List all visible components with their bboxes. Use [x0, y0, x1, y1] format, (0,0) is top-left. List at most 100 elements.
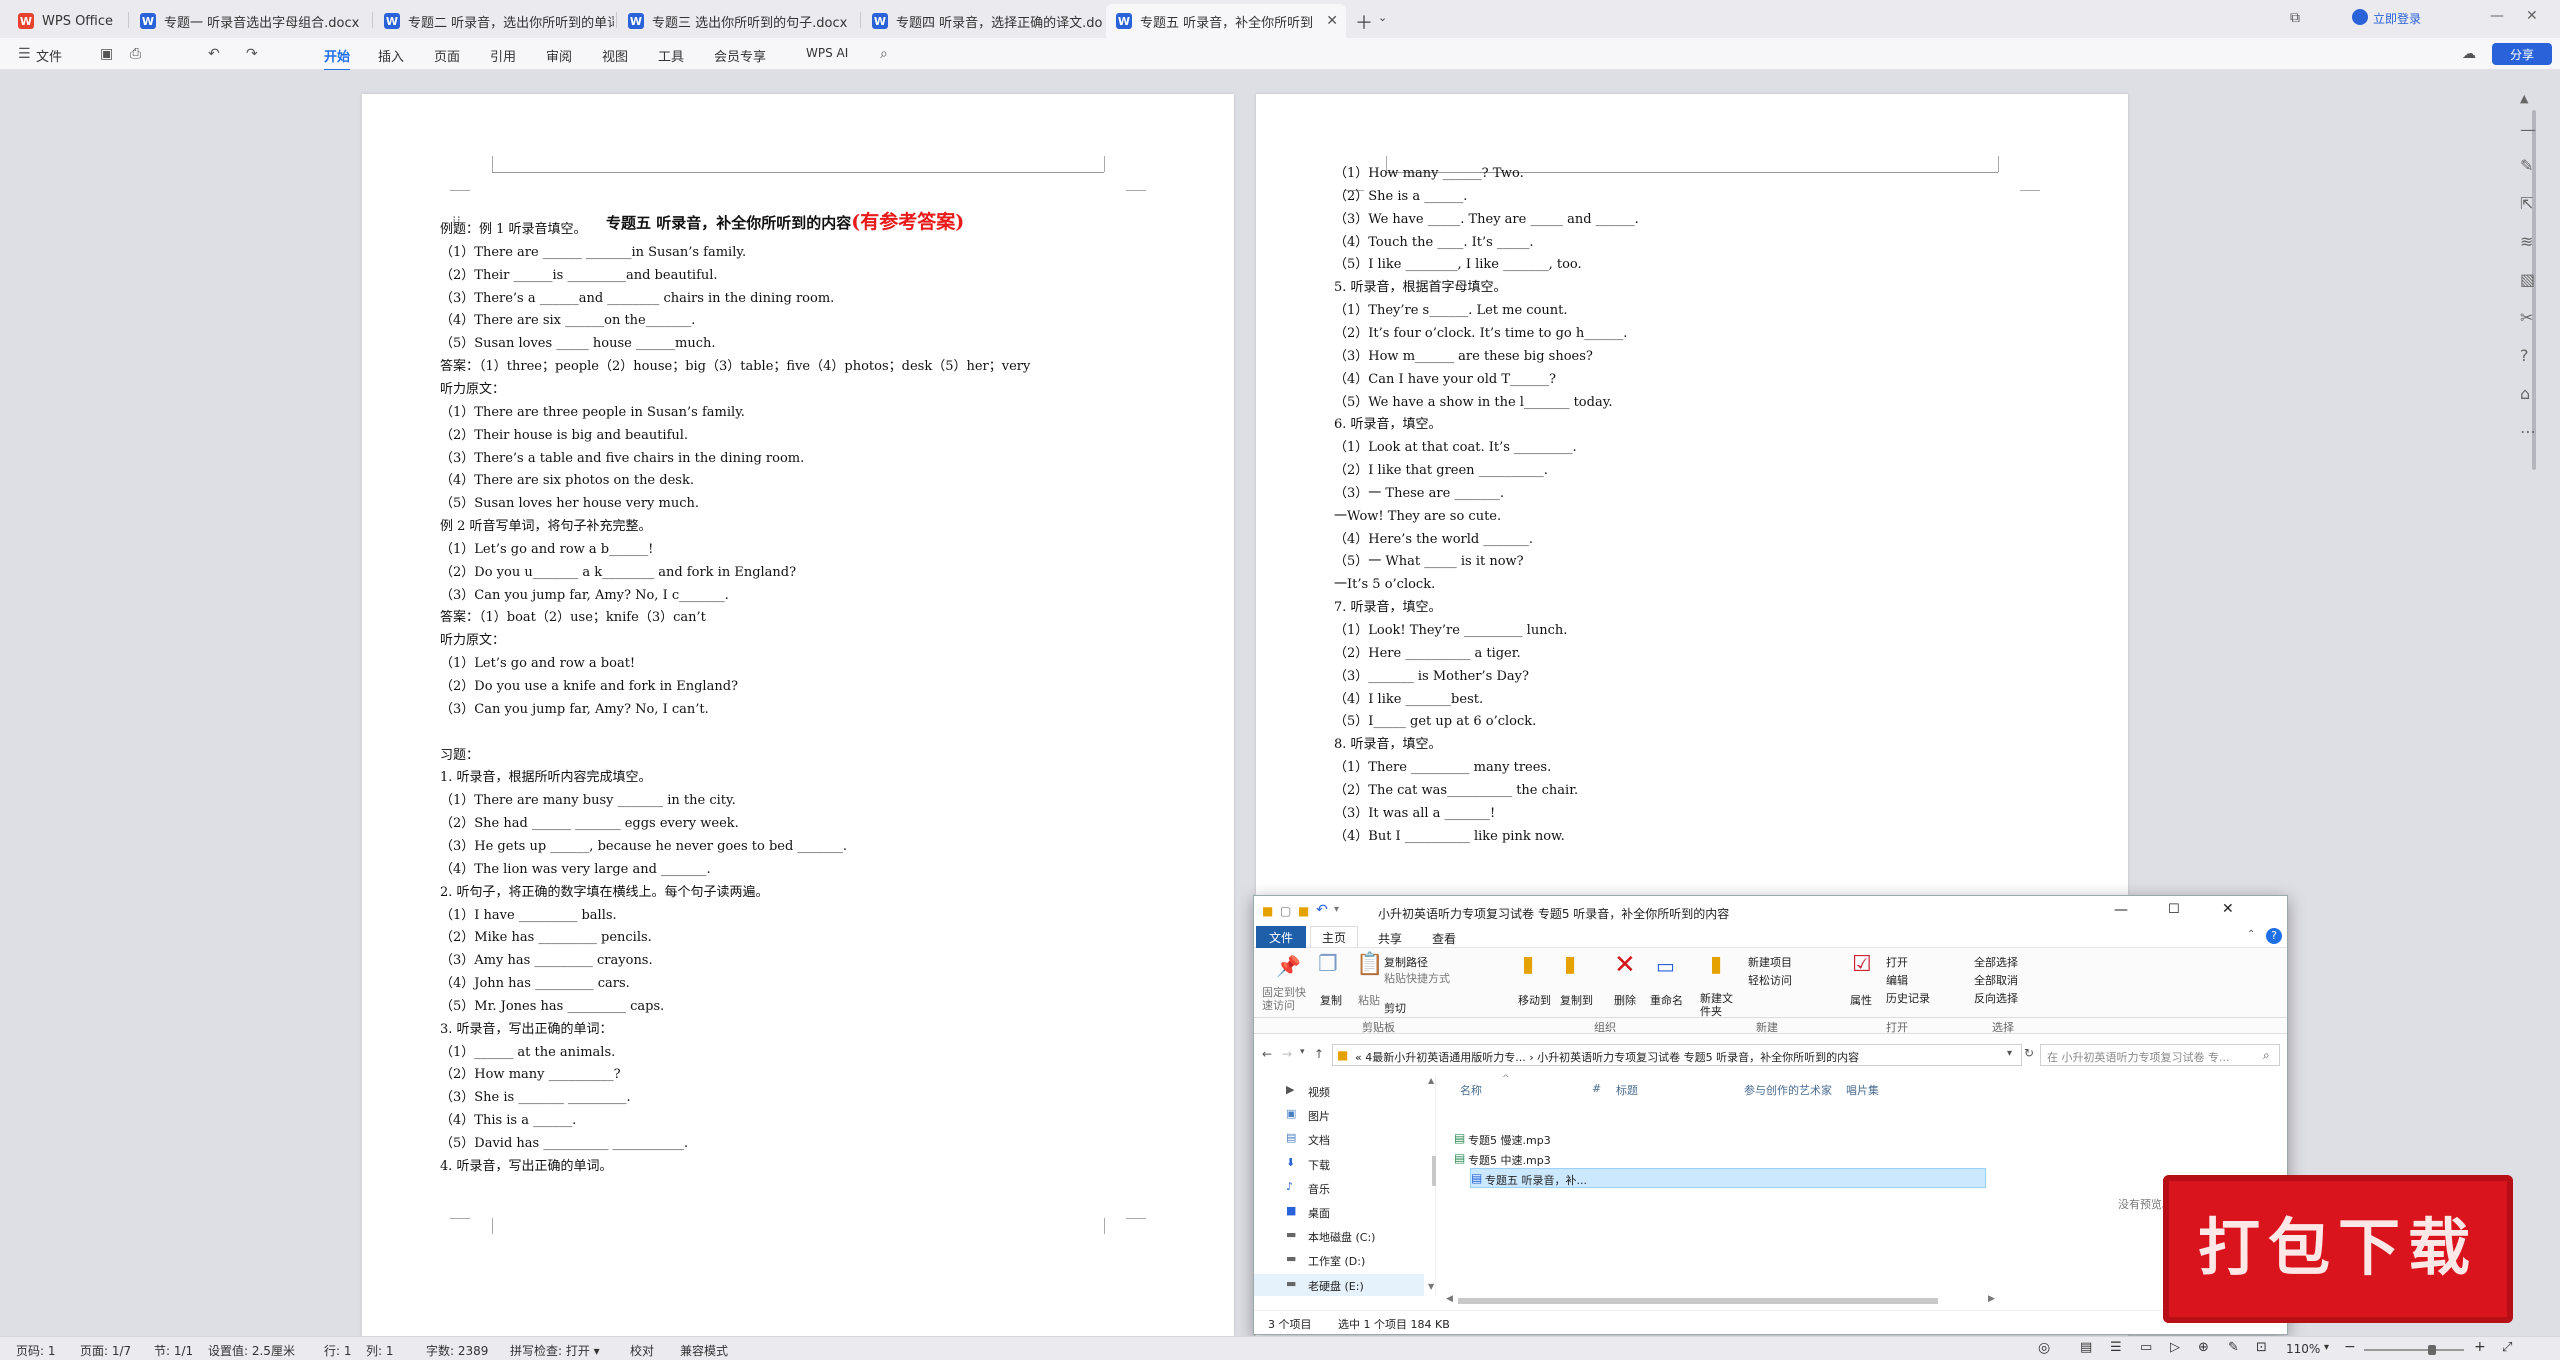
qat-dropdown-icon[interactable]: ▾: [1334, 904, 1339, 915]
menu-review[interactable]: 审阅: [546, 46, 572, 65]
pin-button[interactable]: 固定到快速访问: [1262, 986, 1312, 1012]
status-pages[interactable]: 页面: 1/7: [80, 1342, 131, 1359]
paste-button[interactable]: 粘贴: [1358, 992, 1380, 1008]
menu-member[interactable]: 会员专享: [714, 46, 766, 65]
nav-item-1[interactable]: ▶ 视频: [1254, 1080, 1424, 1102]
explorer-tab-view[interactable]: 查看: [1432, 930, 1456, 947]
delete-button[interactable]: 删除: [1614, 992, 1636, 1008]
menu-page[interactable]: 页面: [434, 46, 460, 65]
up-icon[interactable]: ↑: [1314, 1047, 1324, 1061]
open-button[interactable]: 打开: [1886, 954, 1908, 970]
move-to-button[interactable]: 移动到: [1518, 992, 1551, 1008]
cloud-icon[interactable]: ☁: [2462, 46, 2476, 62]
window-mode-icon[interactable]: ⧉: [2290, 10, 2300, 26]
hscroll-right-icon[interactable]: ▶: [1988, 1294, 1995, 1304]
nav-scrollbar[interactable]: [1432, 1156, 1436, 1186]
column-album[interactable]: 唱片集: [1846, 1082, 1879, 1098]
file-menu[interactable]: 文件: [36, 46, 62, 65]
explorer-maximize-icon[interactable]: ☐: [2168, 902, 2180, 917]
menu-home[interactable]: 开始: [324, 46, 351, 71]
explorer-close-icon[interactable]: ✕: [2222, 901, 2234, 917]
zoom-in-icon[interactable]: +: [2474, 1339, 2486, 1355]
file-row-2[interactable]: ▤ 专题5 中速.mp3: [1452, 1148, 1998, 1168]
hscroll-left-icon[interactable]: ◀: [1446, 1294, 1453, 1304]
select-none-button[interactable]: 全部取消: [1974, 972, 2018, 988]
column-artist[interactable]: 参与创作的艺术家: [1744, 1082, 1832, 1098]
paste-shortcut-button[interactable]: 粘贴快捷方式: [1384, 970, 1450, 986]
collapse-icon[interactable]: —: [2520, 120, 2536, 139]
tab-doc-3[interactable]: W 专题三 选出你所听到的句子.docx: [618, 4, 858, 38]
shirt-icon[interactable]: ⌂: [2520, 384, 2530, 403]
properties-button[interactable]: 属性: [1850, 992, 1872, 1008]
file-row-3-selected[interactable]: ▤ 专题五 听录音，补...: [1470, 1168, 1986, 1188]
share-button[interactable]: 分享: [2492, 43, 2552, 65]
fullscreen-icon[interactable]: ⤢: [2502, 1340, 2512, 1355]
explorer-help-icon[interactable]: ?: [2266, 928, 2282, 944]
play-icon[interactable]: ▷: [2170, 1340, 2180, 1355]
easy-access-button[interactable]: 轻松访问: [1748, 972, 1792, 988]
minimize-icon[interactable]: —: [2490, 8, 2504, 24]
zoom-out-icon[interactable]: −: [2344, 1339, 2356, 1355]
nav-item-2[interactable]: ▣ 图片: [1254, 1104, 1424, 1126]
zoom-level[interactable]: 110%: [2286, 1342, 2320, 1356]
edit-button[interactable]: 编辑: [1886, 972, 1908, 988]
zoom-slider-handle[interactable]: [2428, 1345, 2436, 1355]
select-icon[interactable]: ⇱: [2520, 194, 2533, 213]
column-title[interactable]: 标题: [1616, 1082, 1638, 1098]
scroll-up-icon[interactable]: ▲: [2520, 92, 2528, 105]
adjust-icon[interactable]: ≋: [2520, 232, 2533, 251]
column-name[interactable]: 名称: [1460, 1082, 1482, 1098]
more-icon[interactable]: ⋯: [2520, 422, 2536, 441]
rename-button[interactable]: 重命名: [1650, 992, 1683, 1008]
zoom-slider[interactable]: [2364, 1349, 2464, 1351]
column-number[interactable]: #: [1592, 1082, 1601, 1095]
undo-icon[interactable]: ↶: [208, 46, 220, 62]
tab-doc-2[interactable]: W 专题二 听录音，选出你所听到的单词: [374, 4, 614, 38]
horizontal-scrollbar[interactable]: ◀ ▶: [1444, 1294, 2004, 1308]
document-page-1[interactable]: ⁞⁞ 专题五 听录音，补全你所听到的内容(有参考答案) 例题：例 1 听录音填空…: [362, 94, 1234, 1360]
nav-scroll-up-icon[interactable]: ▲: [1428, 1076, 1434, 1085]
copy-to-button[interactable]: 复制到: [1560, 992, 1593, 1008]
file-row-1[interactable]: ▤ 专题5 慢速.mp3: [1452, 1128, 1998, 1148]
nav-item-9[interactable]: ▬ 老硬盘 (E:): [1254, 1273, 1424, 1296]
copy-button[interactable]: 复制: [1320, 992, 1342, 1008]
explorer-tab-home[interactable]: 主页: [1310, 926, 1358, 948]
web-view-icon[interactable]: ⊕: [2198, 1340, 2209, 1355]
search-input[interactable]: 在 小升初英语听力专项复习试卷 专... ⌕: [2040, 1044, 2280, 1066]
qat-properties-icon[interactable]: ▢: [1280, 904, 1291, 918]
tab-list-icon[interactable]: ⌄: [1378, 11, 1387, 24]
refresh-icon[interactable]: ↻: [2024, 1046, 2034, 1060]
menu-references[interactable]: 引用: [490, 46, 516, 65]
status-spellcheck[interactable]: 拼写检查: 打开 ▾: [510, 1342, 600, 1359]
tools-icon[interactable]: ✂: [2520, 308, 2533, 327]
user-avatar-icon[interactable]: [2352, 9, 2368, 25]
cut-button[interactable]: 剪切: [1384, 1000, 1406, 1016]
print-icon[interactable]: ⎙: [130, 46, 141, 62]
menu-insert[interactable]: 插入: [378, 46, 404, 65]
reading-view-icon[interactable]: ▭: [2140, 1340, 2152, 1355]
back-icon[interactable]: ←: [1262, 1047, 1272, 1061]
search-icon[interactable]: ⌕: [880, 46, 888, 62]
save-icon[interactable]: ▣: [100, 46, 113, 62]
edit-mode-icon[interactable]: ✎: [2228, 1340, 2239, 1355]
nav-item-7[interactable]: ▬ 本地磁盘 (C:): [1254, 1225, 1424, 1247]
tab-wps-home[interactable]: W WPS Office: [8, 4, 123, 38]
qat-undo-icon[interactable]: ↶: [1316, 902, 1328, 918]
eye-protect-icon[interactable]: ◎: [2038, 1340, 2050, 1356]
new-tab-icon[interactable]: ＋: [1355, 9, 1373, 35]
status-proofread[interactable]: 校对: [630, 1342, 654, 1359]
menu-icon[interactable]: ☰: [18, 46, 31, 62]
nav-item-6[interactable]: ■ 桌面: [1254, 1201, 1424, 1223]
status-word-count[interactable]: 字数: 2389: [426, 1342, 488, 1359]
file-explorer-window[interactable]: ■ ▢ ■ ↶ ▾ 小升初英语听力专项复习试卷 专题5 听录音，补全你所听到的内…: [1253, 895, 2288, 1335]
ribbon-collapse-icon[interactable]: ⌃: [2247, 929, 2255, 940]
tab-doc-1[interactable]: W 专题一 听录音选出字母组合.docx: [130, 4, 370, 38]
explorer-tab-file[interactable]: 文件: [1256, 926, 1306, 948]
fit-page-icon[interactable]: ⊡: [2256, 1340, 2267, 1355]
outline-view-icon[interactable]: ☰: [2110, 1340, 2122, 1355]
nav-item-4[interactable]: ⬇ 下载: [1254, 1153, 1424, 1175]
nav-item-3[interactable]: ▤ 文档: [1254, 1128, 1424, 1150]
forward-icon[interactable]: →: [1282, 1047, 1292, 1061]
login-link[interactable]: 立即登录: [2373, 10, 2421, 27]
explorer-tab-share[interactable]: 共享: [1378, 930, 1402, 947]
